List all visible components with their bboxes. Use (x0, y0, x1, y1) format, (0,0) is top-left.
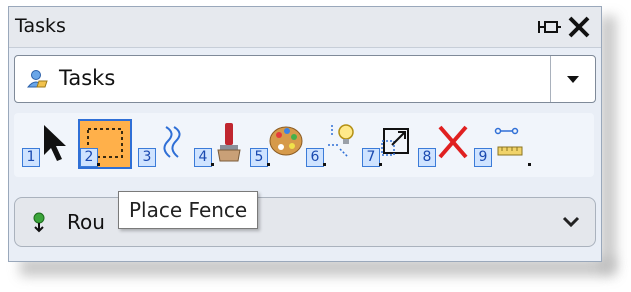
close-icon[interactable] (565, 11, 593, 41)
tool-curve[interactable]: 3 (138, 119, 194, 171)
chevron-down-icon[interactable] (561, 212, 581, 232)
tool-expand-dot (528, 163, 531, 166)
tool-expand-dot (97, 163, 100, 166)
route-section-header[interactable]: Rou (14, 197, 596, 247)
palette-icon (266, 121, 304, 165)
tool-paintbrush[interactable]: 4 (194, 119, 250, 171)
panel-shadow-right (600, 16, 616, 271)
panel-title: Tasks (15, 15, 66, 37)
delete-icon (434, 121, 472, 165)
tasks-panel: Tasks Tasks 1 2 3 4 5 6 7 8 9 Rou (8, 6, 602, 262)
tool-measure[interactable]: 9 (474, 119, 531, 171)
task-toolbar: 1 2 3 4 5 6 7 8 9 (14, 113, 594, 177)
tool-element-selection[interactable]: 1 (22, 119, 78, 171)
light-bulb-icon (322, 121, 360, 165)
chevron-down-icon[interactable] (550, 56, 595, 102)
curve-icon (154, 121, 192, 165)
pin-icon[interactable] (537, 16, 563, 38)
tool-light-bulb[interactable]: 6 (306, 119, 362, 171)
tool-number: 2 (80, 148, 98, 167)
place-fence-tooltip: Place Fence (118, 191, 259, 229)
tool-delete[interactable]: 8 (418, 119, 474, 171)
scale-icon (378, 121, 416, 165)
task-selector-value: Tasks (59, 66, 116, 90)
select-element-icon (38, 121, 76, 165)
route-icon (29, 211, 49, 233)
paintbrush-icon (210, 121, 248, 165)
tool-place-fence[interactable]: 2 (78, 119, 136, 171)
tool-palette[interactable]: 5 (250, 119, 306, 171)
task-selector-combobox[interactable]: Tasks (14, 55, 596, 103)
panel-titlebar: Tasks (9, 7, 601, 48)
route-section-label: Rou (67, 210, 105, 234)
tool-scale[interactable]: 7 (362, 119, 418, 171)
tasks-icon (26, 69, 49, 89)
measure-icon (490, 121, 528, 165)
